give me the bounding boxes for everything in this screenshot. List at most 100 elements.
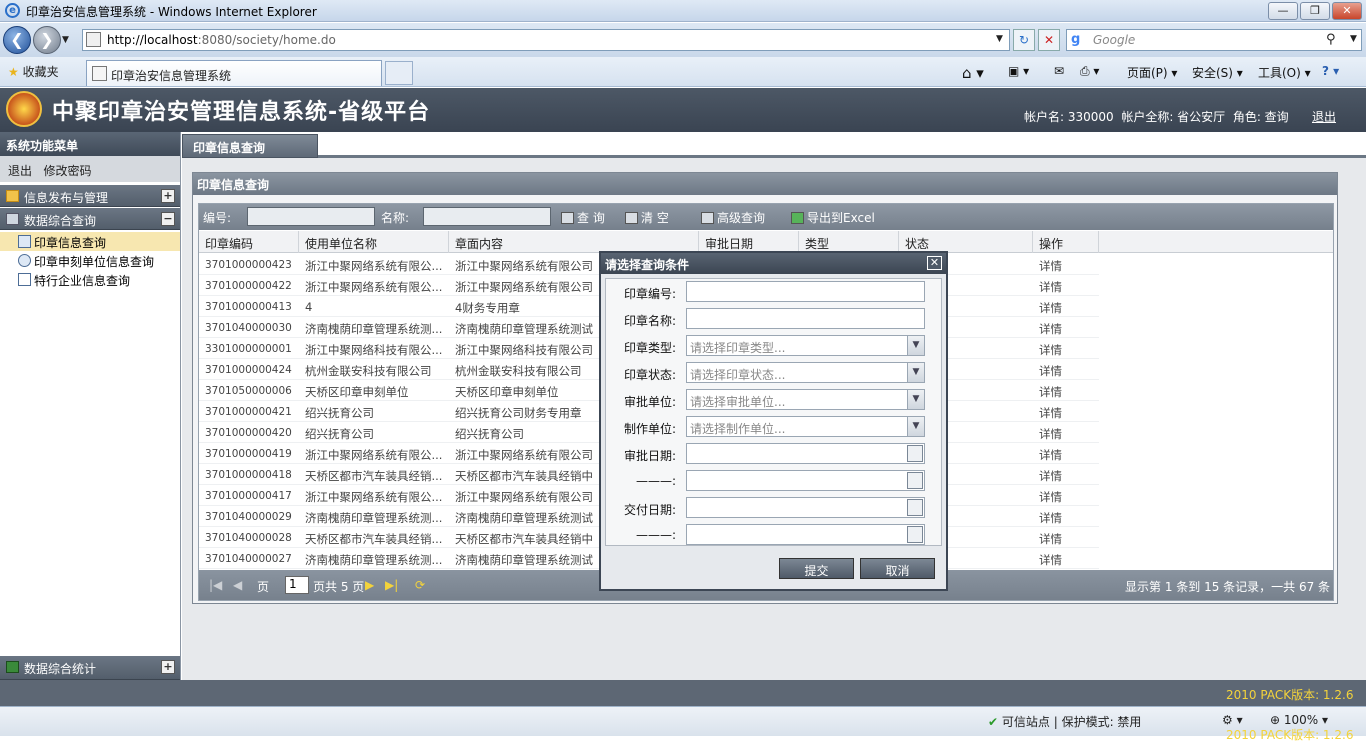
seal-type-select[interactable]: 请选择印章类型... ▼: [686, 335, 925, 356]
detail-link[interactable]: 详情: [1033, 275, 1099, 296]
help-icon[interactable]: ? ▾: [1322, 64, 1339, 78]
make-unit-select[interactable]: 请选择制作单位... ▼: [686, 416, 925, 437]
dropdown-arrow-icon[interactable]: ▼: [907, 363, 924, 382]
detail-link[interactable]: 详情: [1033, 401, 1099, 422]
dropdown-arrow-icon[interactable]: ▼: [907, 390, 924, 409]
browser-tab[interactable]: 印章治安信息管理系统: [86, 60, 382, 86]
calendar-icon[interactable]: [907, 472, 923, 489]
sidebar-section-publish[interactable]: 信息发布与管理 +: [0, 185, 180, 207]
sidebar-item-seal-query[interactable]: 印章信息查询: [0, 232, 180, 251]
col-status[interactable]: 状态: [899, 231, 1033, 253]
col-unit[interactable]: 使用单位名称: [299, 231, 449, 253]
sidebar-title: 系统功能菜单: [0, 132, 180, 156]
detail-link[interactable]: 详情: [1033, 317, 1099, 338]
tab-favicon-icon: [92, 66, 107, 81]
sidebar-logout-link[interactable]: 退出: [8, 164, 32, 178]
address-toolbar: ❮ ❯ ▼ http://localhost:8080/society/home…: [0, 23, 1366, 57]
refresh-grid-icon[interactable]: ⟳: [415, 578, 425, 592]
submit-button[interactable]: 提交: [779, 558, 854, 579]
feeds-icon[interactable]: ▣ ▾: [1008, 64, 1029, 78]
dropdown-arrow-icon[interactable]: ▼: [907, 417, 924, 436]
change-password-link[interactable]: 修改密码: [43, 164, 91, 178]
detail-link[interactable]: 详情: [1033, 296, 1099, 317]
name-input[interactable]: [423, 207, 551, 226]
search-folder-icon: [6, 213, 19, 225]
last-page-icon[interactable]: ▶|: [385, 578, 398, 592]
expand-icon[interactable]: +: [161, 189, 175, 203]
refresh-icon[interactable]: ↻: [1013, 29, 1035, 51]
favorites-button[interactable]: ★ 收藏夹: [8, 63, 59, 80]
sidebar-item-enterprise-query[interactable]: 特行企业信息查询: [0, 270, 180, 289]
address-input[interactable]: http://localhost:8080/society/home.do: [82, 29, 1010, 51]
history-dropdown-icon[interactable]: ▼: [62, 35, 69, 45]
page-menu[interactable]: 页面(P) ▾: [1127, 64, 1177, 81]
home-icon[interactable]: ⌂ ▾: [962, 64, 984, 82]
calendar-icon[interactable]: [907, 499, 923, 516]
detail-link[interactable]: 详情: [1033, 254, 1099, 275]
export-excel-button[interactable]: 导出到Excel: [791, 209, 875, 226]
calendar-icon[interactable]: [907, 445, 923, 462]
detail-link[interactable]: 详情: [1033, 422, 1099, 443]
back-button[interactable]: ❮: [3, 26, 31, 54]
search-dropdown-icon[interactable]: ▼: [1350, 34, 1357, 44]
clear-button[interactable]: 清 空: [625, 209, 669, 226]
forward-button[interactable]: ❯: [33, 26, 61, 54]
col-approve-date[interactable]: 审批日期: [699, 231, 799, 253]
police-emblem-icon: [6, 91, 42, 127]
cancel-button[interactable]: 取消: [860, 558, 935, 579]
collapse-icon[interactable]: −: [161, 212, 175, 226]
deliver-date-from-input[interactable]: [686, 497, 925, 518]
deliver-date-to-input[interactable]: [686, 524, 925, 545]
detail-link[interactable]: 详情: [1033, 506, 1099, 527]
col-code[interactable]: 印章编码: [199, 231, 299, 253]
code-input[interactable]: [247, 207, 375, 226]
dialog-form: 印章编号: 印章名称: 印章类型: 请选择印章类型... ▼ 印章状态: 请选择印章状态..…: [605, 278, 942, 546]
print-icon[interactable]: ⎙ ▾: [1080, 64, 1099, 79]
sidebar-item-unit-query[interactable]: 印章申刻单位信息查询: [0, 251, 180, 270]
col-type[interactable]: 类型: [799, 231, 899, 253]
stop-icon[interactable]: ✕: [1038, 29, 1060, 51]
col-content[interactable]: 章面内容: [449, 231, 699, 253]
minimize-button[interactable]: —: [1268, 2, 1298, 20]
first-page-icon[interactable]: |◀: [209, 578, 222, 592]
query-button[interactable]: 查 询: [561, 209, 605, 226]
detail-link[interactable]: 详情: [1033, 485, 1099, 506]
page-number-input[interactable]: 1: [285, 576, 309, 594]
search-input[interactable]: Google: [1066, 29, 1362, 51]
approve-date-from-input[interactable]: [686, 443, 925, 464]
new-tab-button[interactable]: [385, 61, 413, 85]
mail-icon[interactable]: ✉: [1054, 64, 1064, 78]
detail-link[interactable]: 详情: [1033, 464, 1099, 485]
tools-menu[interactable]: 工具(O) ▾: [1258, 64, 1311, 81]
tab-seal-query[interactable]: 印章信息查询: [182, 134, 318, 158]
detail-link[interactable]: 详情: [1033, 548, 1099, 569]
security-zone[interactable]: ✔ 可信站点 | 保护模式: 禁用: [988, 713, 1141, 730]
calendar-icon[interactable]: [907, 526, 923, 543]
approve-unit-select[interactable]: 请选择审批单位... ▼: [686, 389, 925, 410]
detail-link[interactable]: 详情: [1033, 380, 1099, 401]
detail-link[interactable]: 详情: [1033, 359, 1099, 380]
sidebar-section-query[interactable]: 数据综合查询 −: [0, 208, 180, 230]
seal-code-input[interactable]: [686, 281, 925, 302]
advanced-query-button[interactable]: 高级查询: [701, 209, 765, 226]
seal-name-input[interactable]: [686, 308, 925, 329]
expand-icon[interactable]: +: [161, 660, 175, 674]
next-page-icon[interactable]: ▶: [365, 578, 374, 592]
prev-page-icon[interactable]: ◀: [233, 578, 242, 592]
dropdown-arrow-icon[interactable]: ▼: [907, 336, 924, 355]
seal-status-select[interactable]: 请选择印章状态... ▼: [686, 362, 925, 383]
safety-menu[interactable]: 安全(S) ▾: [1192, 64, 1243, 81]
protected-mode-icon[interactable]: ⚙ ▾: [1222, 713, 1243, 727]
approve-date-to-input[interactable]: [686, 470, 925, 491]
detail-link[interactable]: 详情: [1033, 443, 1099, 464]
header-logout-link[interactable]: 退出: [1312, 108, 1336, 125]
detail-link[interactable]: 详情: [1033, 338, 1099, 359]
address-dropdown-icon[interactable]: ▼: [996, 34, 1003, 44]
search-icon[interactable]: ⚲: [1326, 32, 1336, 47]
close-window-button[interactable]: ✕: [1332, 2, 1362, 20]
sidebar-section-statistics[interactable]: 数据综合统计 +: [0, 656, 180, 680]
detail-link[interactable]: 详情: [1033, 527, 1099, 548]
maximize-button[interactable]: ❐: [1300, 2, 1330, 20]
dialog-close-icon[interactable]: ✕: [927, 256, 942, 270]
zoom-control[interactable]: ⊕ 100% ▾: [1270, 713, 1328, 727]
